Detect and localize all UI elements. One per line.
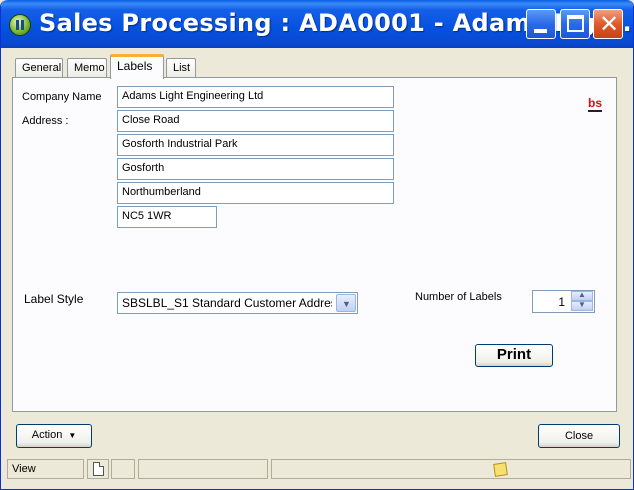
tab-general[interactable]: General xyxy=(15,58,63,78)
chevron-down-icon: ▼ xyxy=(342,299,351,309)
status-cell-empty-1 xyxy=(111,459,135,479)
caret-down-icon: ▼ xyxy=(68,431,77,440)
address-line-4-field[interactable]: Northumberland xyxy=(117,182,394,204)
bs-logo: bs xyxy=(588,97,602,112)
status-cell-empty-2 xyxy=(138,459,268,479)
company-name-field[interactable]: Adams Light Engineering Ltd xyxy=(117,86,394,108)
number-of-labels-label: Number of Labels xyxy=(415,291,502,303)
tab-labels[interactable]: Labels xyxy=(110,54,164,79)
minimize-icon xyxy=(534,29,547,33)
close-button[interactable]: Close xyxy=(538,424,620,448)
label-style-value: SBSLBL_S1 Standard Customer Address xyxy=(122,296,332,310)
sticky-note-icon[interactable] xyxy=(493,462,508,477)
minimize-button[interactable] xyxy=(526,9,556,39)
address-label: Address : xyxy=(22,115,69,127)
close-window-button[interactable]: ✕ xyxy=(593,9,623,39)
action-button-label: Action xyxy=(31,429,63,441)
address-line-3-field[interactable]: Gosforth xyxy=(117,158,394,180)
address-line-2-field[interactable]: Gosforth Industrial Park xyxy=(117,134,394,156)
app-icon xyxy=(9,14,31,36)
number-of-labels-stepper[interactable]: 1 ▲ ▼ xyxy=(532,290,595,313)
label-style-dropdown-button[interactable]: ▼ xyxy=(336,294,356,312)
chevron-up-icon: ▲ xyxy=(578,290,586,299)
tab-list[interactable]: List xyxy=(166,58,196,78)
maximize-icon xyxy=(567,15,584,32)
tab-memo[interactable]: Memo xyxy=(67,58,107,78)
status-document-cell xyxy=(87,459,109,479)
label-style-label: Label Style xyxy=(24,292,84,306)
action-button[interactable]: Action ▼ xyxy=(16,424,92,448)
decrement-button[interactable]: ▼ xyxy=(571,300,593,311)
status-cell-notes xyxy=(271,459,631,479)
close-icon: ✕ xyxy=(598,10,620,38)
logo-text: bs xyxy=(588,96,603,110)
status-mode: View xyxy=(7,459,84,479)
document-icon xyxy=(93,462,104,476)
labels-panel: Company Name Adams Light Engineering Ltd… xyxy=(12,77,617,412)
number-of-labels-value: 1 xyxy=(558,295,565,309)
dialog-body: General Memo Labels List Company Name Ad… xyxy=(4,48,631,487)
maximize-button[interactable] xyxy=(560,9,590,39)
title-bar[interactable]: Sales Processing : ADA0001 - Adams Ligh.… xyxy=(1,0,633,48)
postcode-field[interactable]: NC5 1WR xyxy=(117,206,217,228)
label-style-select[interactable]: SBSLBL_S1 Standard Customer Address ▼ xyxy=(117,292,358,314)
print-button[interactable]: Print xyxy=(475,344,553,367)
address-line-1-field[interactable]: Close Road xyxy=(117,110,394,132)
sales-processing-window: Sales Processing : ADA0001 - Adams Ligh.… xyxy=(0,0,634,490)
chevron-down-icon: ▼ xyxy=(578,300,586,309)
company-name-label: Company Name xyxy=(22,91,102,103)
status-bar: View xyxy=(7,458,631,482)
